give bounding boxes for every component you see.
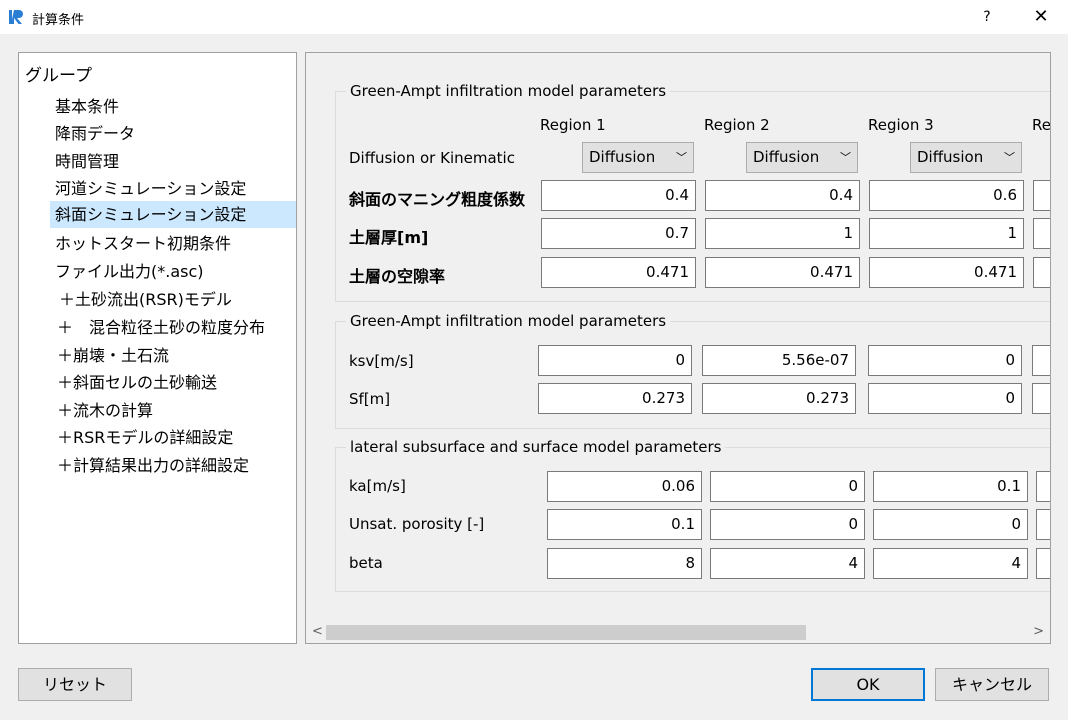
tree-item-basic[interactable]: 基本条件	[55, 93, 119, 120]
ka-region-3-input[interactable]: 0.1	[873, 471, 1028, 502]
settings-viewport: Green-Ampt infiltration model parameters…	[306, 53, 1050, 621]
beta-region-2-input[interactable]: 4	[710, 548, 865, 579]
region-2-diffusion-select[interactable]: Diffusion ﹀	[746, 142, 858, 173]
ksv-region-4-input[interactable]	[1032, 345, 1050, 376]
scroll-left-icon[interactable]: <	[312, 621, 323, 643]
region-1-diffusion-select[interactable]: Diffusion ﹀	[582, 142, 694, 173]
horizontal-scrollbar[interactable]: < >	[306, 621, 1050, 643]
porosity-region-1-input[interactable]: 0.471	[541, 257, 696, 288]
tree-item-driftwood[interactable]: ＋流木の計算	[57, 397, 153, 424]
window-title: 計算条件	[32, 13, 85, 28]
tree-item-hotstart[interactable]: ホットスタート初期条件	[55, 230, 231, 257]
region-3-diffusion-value: Diffusion	[917, 148, 984, 166]
scrollbar-thumb[interactable]	[326, 625, 806, 640]
scroll-right-icon[interactable]: >	[1033, 621, 1044, 643]
region-2-header: Region 2	[704, 116, 770, 134]
beta-region-3-input[interactable]: 4	[873, 548, 1028, 579]
chevron-down-icon: ﹀	[840, 151, 851, 164]
tree-item-time[interactable]: 時間管理	[55, 148, 119, 175]
sf-region-4-input[interactable]	[1032, 383, 1050, 414]
group-2-title: Green-Ampt infiltration model parameters	[346, 312, 671, 330]
manning-region-1-input[interactable]: 0.4	[541, 180, 696, 211]
porosity-region-3-input[interactable]: 0.471	[869, 257, 1024, 288]
region-3-diffusion-select[interactable]: Diffusion ﹀	[910, 142, 1022, 173]
ksv-region-1-input[interactable]: 0	[538, 345, 692, 376]
tree-item-sediment-transport[interactable]: ＋斜面セルの土砂輸送	[57, 369, 217, 396]
beta-label: beta	[349, 554, 383, 572]
beta-region-4-input[interactable]	[1036, 548, 1050, 579]
manning-region-3-input[interactable]: 0.6	[869, 180, 1024, 211]
group-3-title: lateral subsurface and surface model par…	[346, 438, 726, 456]
sf-region-2-input[interactable]: 0.273	[702, 383, 856, 414]
tree-item-collapse[interactable]: ＋崩壊・土石流	[57, 342, 169, 369]
app-logo-icon	[9, 10, 23, 24]
tree-item-file-output[interactable]: ファイル出力(*.asc)	[55, 258, 204, 285]
soil-depth-label: 土層厚[m]	[349, 228, 429, 247]
ksv-label: ksv[m/s]	[349, 352, 414, 370]
porosity-label: 土層の空隙率	[349, 267, 446, 286]
region-2-diffusion-value: Diffusion	[753, 148, 820, 166]
sf-region-1-input[interactable]: 0.273	[538, 383, 692, 414]
sf-label: Sf[m]	[349, 390, 391, 408]
reset-button[interactable]: リセット	[18, 668, 132, 701]
tree-item-river-sim[interactable]: 河道シミュレーション設定	[55, 175, 246, 202]
tree-item-rsr-model[interactable]: ＋土砂流出(RSR)モデル	[59, 286, 232, 313]
unsat-porosity-region-2-input[interactable]: 0	[710, 509, 865, 540]
region-1-header: Region 1	[540, 116, 606, 134]
chevron-down-icon: ﹀	[1004, 151, 1015, 164]
region-4-header: Re	[1032, 116, 1050, 134]
ka-region-4-input[interactable]	[1036, 471, 1050, 502]
soil-depth-region-1-input[interactable]: 0.7	[541, 218, 696, 249]
title-bar: 計算条件 ? ✕	[0, 0, 1068, 34]
tree-item-grain-size[interactable]: ＋ 混合粒径土砂の粒度分布	[57, 314, 265, 341]
cancel-button[interactable]: キャンセル	[935, 668, 1049, 701]
unsat-porosity-region-1-input[interactable]: 0.1	[547, 509, 702, 540]
chevron-down-icon: ﹀	[676, 151, 687, 164]
region-1-diffusion-value: Diffusion	[589, 148, 656, 166]
ksv-region-3-input[interactable]: 0	[868, 345, 1022, 376]
soil-depth-region-4-input[interactable]	[1033, 218, 1050, 249]
tree-item-output-detail[interactable]: ＋計算結果出力の詳細設定	[57, 452, 249, 479]
soil-depth-region-2-input[interactable]: 1	[705, 218, 860, 249]
help-button[interactable]: ?	[972, 0, 1002, 34]
sf-region-3-input[interactable]: 0	[868, 383, 1022, 414]
unsat-porosity-region-4-input[interactable]	[1036, 509, 1050, 540]
beta-region-1-input[interactable]: 8	[547, 548, 702, 579]
tree-item-slope-sim[interactable]: 斜面シミュレーション設定	[50, 201, 296, 228]
ksv-region-2-input[interactable]: 5.56e-07	[702, 345, 856, 376]
ka-region-2-input[interactable]: 0	[710, 471, 865, 502]
manning-region-2-input[interactable]: 0.4	[705, 180, 860, 211]
close-button[interactable]: ✕	[1024, 0, 1058, 34]
group-tree[interactable]: グループ 基本条件 降雨データ 時間管理 河道シミュレーション設定 斜面シミュレ…	[18, 52, 297, 644]
settings-panel: Green-Ampt infiltration model parameters…	[305, 52, 1051, 644]
manning-region-4-input[interactable]	[1033, 180, 1050, 211]
porosity-region-4-input[interactable]	[1033, 257, 1050, 288]
tree-root-label: グループ	[25, 66, 92, 86]
porosity-region-2-input[interactable]: 0.471	[705, 257, 860, 288]
tree-item-rsr-detail[interactable]: ＋RSRモデルの詳細設定	[57, 424, 233, 451]
unsat-porosity-region-3-input[interactable]: 0	[873, 509, 1028, 540]
ka-label: ka[m/s]	[349, 477, 406, 495]
diffusion-label: Diffusion or Kinematic	[349, 149, 515, 167]
unsat-porosity-label: Unsat. porosity [-]	[349, 515, 485, 533]
tree-item-rainfall[interactable]: 降雨データ	[55, 120, 135, 147]
ka-region-1-input[interactable]: 0.06	[547, 471, 702, 502]
soil-depth-region-3-input[interactable]: 1	[869, 218, 1024, 249]
ok-button[interactable]: OK	[811, 668, 925, 701]
group-1-title: Green-Ampt infiltration model parameters	[346, 82, 671, 100]
manning-label: 斜面のマニング粗度係数	[349, 190, 526, 209]
region-3-header: Region 3	[868, 116, 934, 134]
